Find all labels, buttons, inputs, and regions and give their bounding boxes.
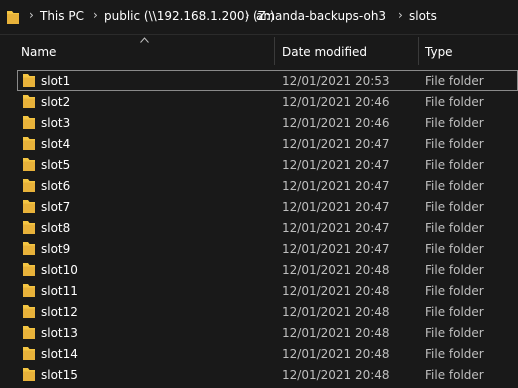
- folder-icon: [7, 11, 19, 24]
- file-date-modified: 12/01/2021 20:46: [282, 116, 390, 130]
- file-name: slot3: [41, 116, 71, 130]
- file-date-modified: 12/01/2021 20:53: [282, 74, 390, 88]
- breadcrumb-this-pc[interactable]: This PC: [40, 9, 84, 23]
- address-bar[interactable]: › This PC › public (\\192.168.1.200) (Z:…: [0, 0, 518, 35]
- file-date-modified: 12/01/2021 20:47: [282, 200, 390, 214]
- file-name: slot7: [41, 200, 71, 214]
- file-type: File folder: [425, 368, 484, 382]
- folder-icon: [23, 158, 35, 171]
- file-date-modified: 12/01/2021 20:47: [282, 242, 390, 256]
- file-date-modified: 12/01/2021 20:48: [282, 263, 390, 277]
- file-type: File folder: [425, 158, 484, 172]
- folder-icon: [23, 95, 35, 108]
- folder-icon: [23, 326, 35, 339]
- list-item[interactable]: slot12 12/01/2021 20:48 File folder: [17, 301, 518, 322]
- file-type: File folder: [425, 284, 484, 298]
- file-type: File folder: [425, 221, 484, 235]
- file-name: slot5: [41, 158, 71, 172]
- breadcrumb-separator: ›: [398, 8, 403, 22]
- file-date-modified: 12/01/2021 20:47: [282, 137, 390, 151]
- folder-icon: [23, 137, 35, 150]
- list-item[interactable]: slot6 12/01/2021 20:47 File folder: [17, 175, 518, 196]
- file-type: File folder: [425, 347, 484, 361]
- list-item[interactable]: slot9 12/01/2021 20:47 File folder: [17, 238, 518, 259]
- folder-icon: [23, 284, 35, 297]
- breadcrumb-slots[interactable]: slots: [409, 9, 437, 23]
- file-type: File folder: [425, 137, 484, 151]
- sort-ascending-icon: [140, 37, 149, 43]
- list-item[interactable]: slot15 12/01/2021 20:48 File folder: [17, 364, 518, 385]
- list-item[interactable]: slot13 12/01/2021 20:48 File folder: [17, 322, 518, 343]
- file-type: File folder: [425, 242, 484, 256]
- breadcrumb-separator: ›: [93, 8, 98, 22]
- folder-icon: [23, 263, 35, 276]
- file-date-modified: 12/01/2021 20:48: [282, 284, 390, 298]
- breadcrumb-amanda-backups[interactable]: amanda-backups-oh3: [256, 9, 386, 23]
- file-type: File folder: [425, 305, 484, 319]
- file-name: slot9: [41, 242, 71, 256]
- folder-icon: [23, 305, 35, 318]
- column-divider[interactable]: [274, 37, 275, 65]
- file-name: slot12: [41, 305, 78, 319]
- file-name: slot10: [41, 263, 78, 277]
- file-date-modified: 12/01/2021 20:46: [282, 95, 390, 109]
- file-type: File folder: [425, 116, 484, 130]
- list-item[interactable]: slot3 12/01/2021 20:46 File folder: [17, 112, 518, 133]
- folder-icon: [23, 200, 35, 213]
- file-date-modified: 12/01/2021 20:47: [282, 221, 390, 235]
- folder-icon: [23, 116, 35, 129]
- file-name: slot15: [41, 368, 78, 382]
- folder-icon: [23, 74, 35, 87]
- column-header-name[interactable]: Name: [21, 45, 56, 59]
- file-date-modified: 12/01/2021 20:47: [282, 158, 390, 172]
- file-name: slot1: [41, 74, 71, 88]
- list-item[interactable]: slot8 12/01/2021 20:47 File folder: [17, 217, 518, 238]
- file-date-modified: 12/01/2021 20:48: [282, 368, 390, 382]
- file-type: File folder: [425, 200, 484, 214]
- list-item[interactable]: slot2 12/01/2021 20:46 File folder: [17, 91, 518, 112]
- file-type: File folder: [425, 263, 484, 277]
- list-item[interactable]: slot1 12/01/2021 20:53 File folder: [17, 70, 518, 91]
- column-header-bar: Name Date modified Type: [0, 35, 518, 67]
- file-type: File folder: [425, 326, 484, 340]
- folder-icon: [23, 242, 35, 255]
- file-name: slot14: [41, 347, 78, 361]
- folder-icon: [23, 221, 35, 234]
- breadcrumb-separator: ›: [29, 8, 34, 22]
- column-divider[interactable]: [418, 37, 419, 65]
- column-header-date-modified[interactable]: Date modified: [282, 45, 367, 59]
- folder-icon: [23, 179, 35, 192]
- file-name: slot8: [41, 221, 71, 235]
- folder-icon: [23, 368, 35, 381]
- file-date-modified: 12/01/2021 20:48: [282, 326, 390, 340]
- file-type: File folder: [425, 95, 484, 109]
- column-header-type[interactable]: Type: [425, 45, 453, 59]
- file-name: slot2: [41, 95, 71, 109]
- file-type: File folder: [425, 74, 484, 88]
- list-item[interactable]: slot5 12/01/2021 20:47 File folder: [17, 154, 518, 175]
- file-name: slot11: [41, 284, 78, 298]
- file-type: File folder: [425, 179, 484, 193]
- breadcrumb-separator: ›: [245, 8, 250, 22]
- file-date-modified: 12/01/2021 20:48: [282, 305, 390, 319]
- list-item[interactable]: slot14 12/01/2021 20:48 File folder: [17, 343, 518, 364]
- list-item[interactable]: slot10 12/01/2021 20:48 File folder: [17, 259, 518, 280]
- file-name: slot6: [41, 179, 71, 193]
- file-name: slot13: [41, 326, 78, 340]
- file-date-modified: 12/01/2021 20:47: [282, 179, 390, 193]
- list-item[interactable]: slot7 12/01/2021 20:47 File folder: [17, 196, 518, 217]
- folder-icon: [23, 347, 35, 360]
- list-item[interactable]: slot11 12/01/2021 20:48 File folder: [17, 280, 518, 301]
- file-name: slot4: [41, 137, 71, 151]
- list-item[interactable]: slot4 12/01/2021 20:47 File folder: [17, 133, 518, 154]
- file-date-modified: 12/01/2021 20:48: [282, 347, 390, 361]
